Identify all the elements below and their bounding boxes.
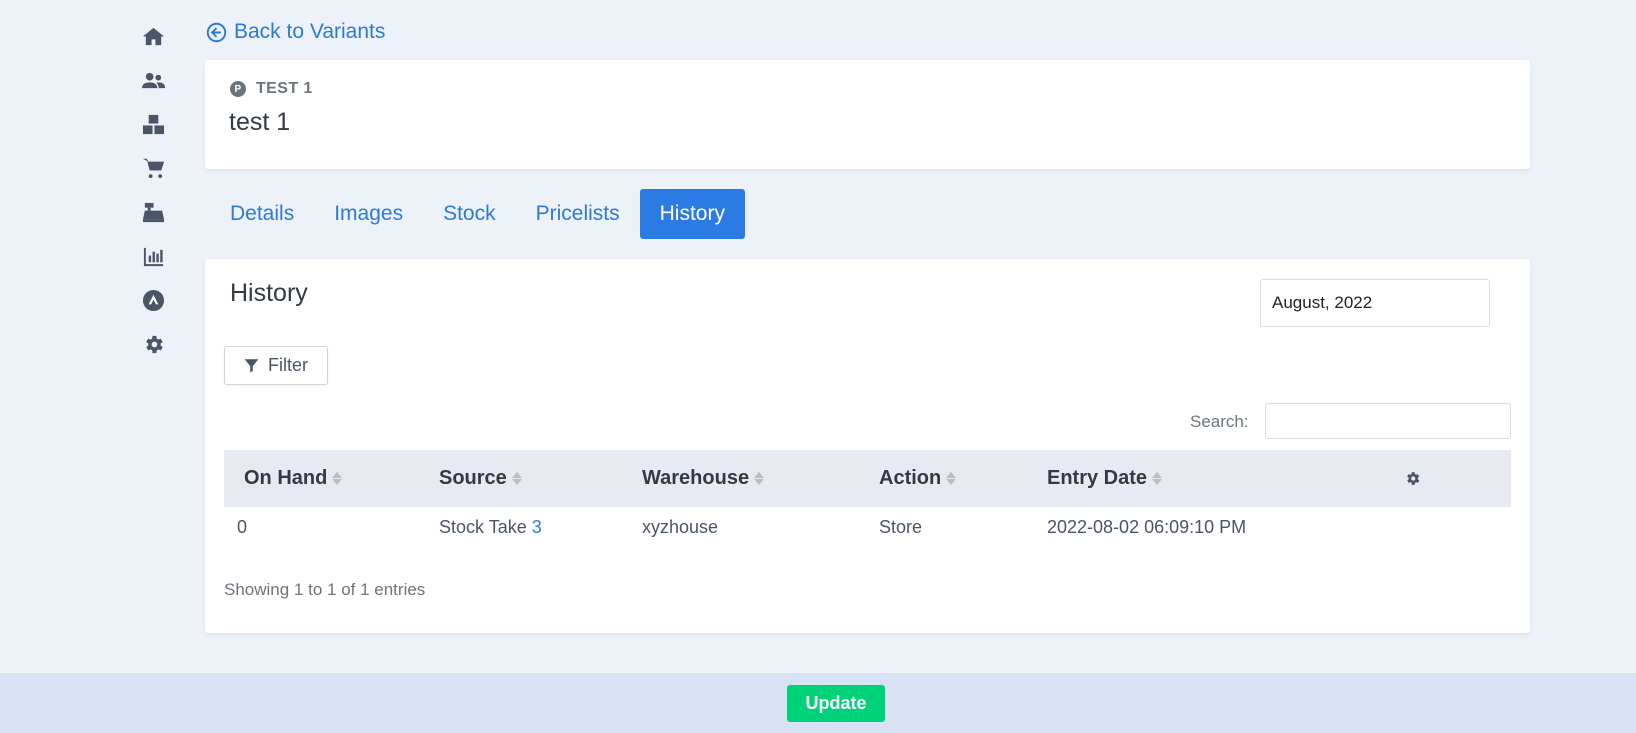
tab-history[interactable]: History [639, 189, 745, 239]
back-to-variants-link[interactable]: Back to Variants [206, 20, 385, 44]
column-header-label: On Hand [244, 467, 328, 489]
column-header-label: Entry Date [1047, 467, 1148, 489]
search-label: Search: [1190, 412, 1249, 431]
column-header-warehouse[interactable]: Warehouse [629, 467, 866, 490]
filter-button[interactable]: Filter [224, 346, 328, 385]
chart-icon[interactable] [130, 234, 176, 278]
source-text: Stock Take [439, 516, 527, 537]
boxes-icon[interactable] [130, 102, 176, 146]
cell-source: Stock Take 3 [426, 517, 629, 538]
cash-register-icon[interactable] [130, 190, 176, 234]
app-store-icon[interactable] [130, 278, 176, 322]
history-title: History [230, 279, 308, 307]
search-input[interactable] [1265, 403, 1511, 439]
home-icon[interactable] [130, 14, 176, 58]
cell-action: Store [879, 516, 923, 537]
table-header: On Hand Source Warehouse Action Entry Da… [224, 450, 1511, 507]
users-icon[interactable] [130, 58, 176, 102]
column-header-action[interactable]: Action [866, 467, 1034, 490]
sidebar [130, 14, 176, 366]
sort-icon [332, 472, 343, 485]
product-name: test 1 [229, 108, 291, 136]
update-button[interactable]: Update [787, 685, 885, 722]
tab-images[interactable]: Images [314, 189, 423, 239]
cell-entry-date: 2022-08-02 06:09:10 PM [1047, 516, 1247, 537]
column-header-label: Source [439, 467, 507, 489]
product-code-label: TEST 1 [256, 80, 313, 97]
gear-icon [1407, 472, 1420, 485]
back-link-label: Back to Variants [234, 20, 386, 43]
column-header-on-hand[interactable]: On Hand [224, 467, 426, 490]
source-link[interactable]: 3 [532, 517, 542, 537]
column-settings-button[interactable] [1404, 470, 1511, 487]
tab-pricelists[interactable]: Pricelists [516, 189, 640, 239]
gear-icon[interactable] [130, 322, 176, 366]
sort-icon [946, 472, 957, 485]
product-header-card: P TEST 1 test 1 [205, 60, 1530, 169]
sort-icon [1152, 472, 1163, 485]
tab-details[interactable]: Details [210, 189, 314, 239]
footer-bar: Update [0, 673, 1636, 733]
product-badge-icon: P [230, 81, 246, 97]
month-picker-input[interactable]: August, 2022 [1260, 279, 1490, 327]
product-code: P TEST 1 [230, 80, 313, 98]
table-row: 0 Stock Take 3 xyzhouse Store 2022-08-02… [224, 507, 1511, 547]
cell-warehouse: xyzhouse [642, 516, 719, 537]
column-header-label: Warehouse [642, 467, 750, 489]
cart-icon[interactable] [130, 146, 176, 190]
tab-stock[interactable]: Stock [423, 189, 516, 239]
cell-on-hand: 0 [237, 516, 248, 537]
entries-info: Showing 1 to 1 of 1 entries [224, 580, 426, 599]
filter-button-label: Filter [268, 355, 308, 375]
column-header-label: Action [879, 467, 942, 489]
history-card: History August, 2022 Filter Search: On H… [205, 259, 1530, 633]
history-table: On Hand Source Warehouse Action Entry Da… [224, 450, 1511, 547]
tab-bar: Details Images Stock Pricelists History [210, 189, 745, 239]
column-header-entry-date[interactable]: Entry Date [1034, 467, 1404, 490]
column-header-source[interactable]: Source [426, 467, 629, 490]
sort-icon [511, 472, 522, 485]
filter-icon [244, 359, 259, 373]
sort-icon [754, 472, 765, 485]
arrow-left-circle-icon [206, 22, 227, 42]
